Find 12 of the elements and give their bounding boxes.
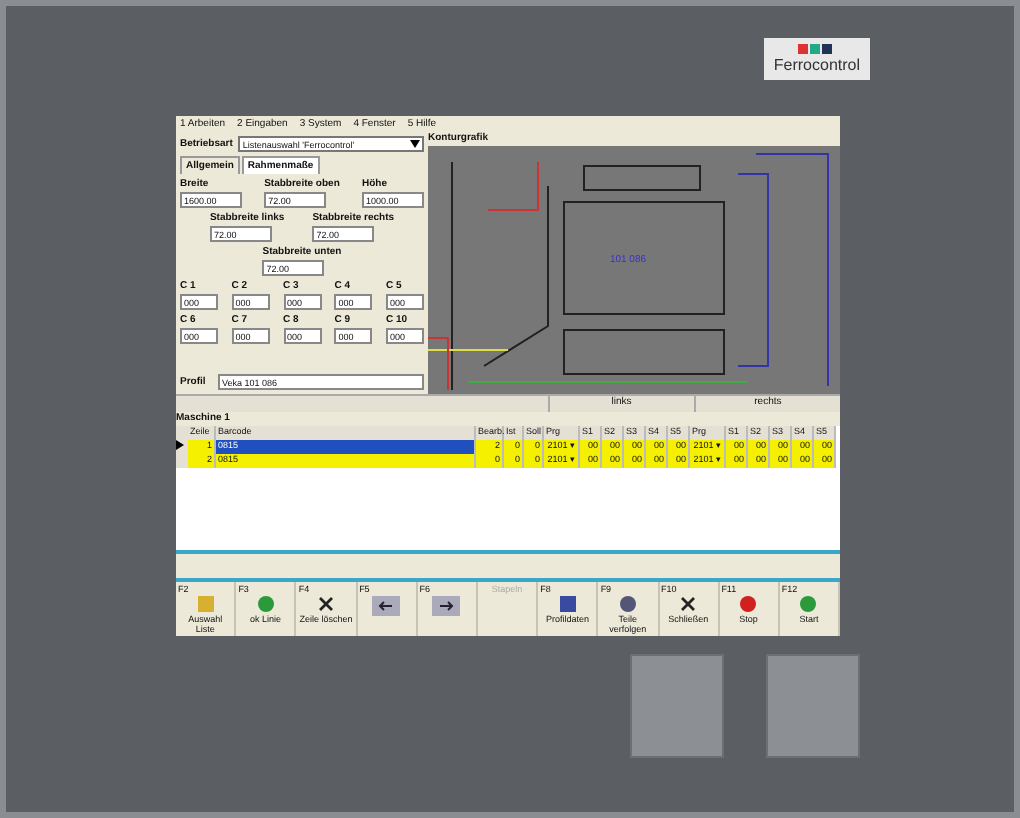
logo-icon [798, 44, 835, 54]
logo-text: Ferrocontrol [773, 56, 860, 74]
arrow-left-icon [372, 596, 401, 616]
arrow-right-icon [432, 596, 461, 616]
row-pointer-icon [176, 440, 184, 450]
hardware-button[interactable] [766, 654, 860, 758]
stop-icon [740, 596, 757, 612]
row-header-cell [176, 426, 188, 440]
hardware-button[interactable] [630, 654, 724, 758]
cross-icon [680, 596, 697, 612]
cross-icon [317, 596, 334, 612]
caret-icon [410, 140, 420, 148]
